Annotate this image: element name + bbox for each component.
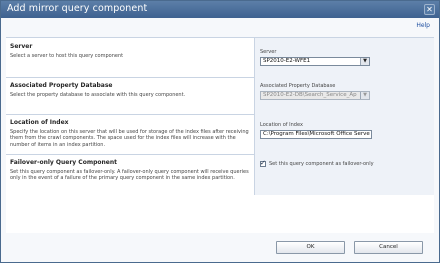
help-link[interactable]: Help	[416, 22, 430, 29]
database-description: Select the property database to associat…	[10, 92, 186, 98]
dialog: Add mirror query component ✕ Help Server…	[0, 0, 440, 263]
database-selected-value: SP2010-E2-DB\Search_Service_Ap	[263, 92, 357, 98]
location-description: Specify the location on this server that…	[10, 129, 249, 148]
failover-description: Set this query component as failover-onl…	[10, 169, 249, 182]
database-title: Associated Property Database	[10, 82, 113, 89]
location-field-label: Location of Index	[260, 122, 303, 128]
location-input[interactable]: C:\Program Files\Microsoft Office Serve	[260, 130, 372, 139]
server-info: Server Select a server to host this quer…	[6, 38, 254, 77]
server-field: Server SP2010-E2-WFE1 ▼	[254, 38, 434, 77]
failover-checkbox[interactable]	[260, 159, 266, 167]
server-field-label: Server	[260, 49, 277, 55]
server-selected-value: SP2010-E2-WFE1	[263, 58, 311, 64]
database-field-label: Associated Property Database	[260, 83, 336, 89]
button-bar: OK Cancel	[1, 230, 439, 262]
server-title: Server	[10, 43, 33, 50]
database-select: SP2010-E2-DB\Search_Service_Ap ▼	[260, 91, 370, 100]
title-bar: Add mirror query component ✕	[1, 1, 439, 18]
dialog-title: Add mirror query component	[7, 3, 148, 14]
failover-info: Failover-only Query Component Set this q…	[6, 154, 254, 195]
failover-option: Set this query component as failover-onl…	[260, 159, 430, 167]
location-title: Location of Index	[10, 119, 69, 126]
ok-button[interactable]: OK	[276, 241, 345, 254]
failover-checkbox-label: Set this query component as failover-onl…	[269, 161, 374, 167]
location-section: Location of Index Specify the location o…	[6, 114, 434, 155]
form-content: Server Select a server to host this quer…	[6, 37, 434, 233]
failover-section: Failover-only Query Component Set this q…	[6, 154, 434, 195]
server-select[interactable]: SP2010-E2-WFE1 ▼	[260, 57, 370, 66]
close-button[interactable]: ✕	[424, 4, 435, 15]
location-info: Location of Index Specify the location o…	[6, 114, 254, 154]
failover-title: Failover-only Query Component	[10, 159, 117, 166]
location-field: Location of Index C:\Program Files\Micro…	[254, 114, 434, 154]
database-section: Associated Property Database Select the …	[6, 77, 434, 115]
cancel-button[interactable]: Cancel	[354, 241, 423, 254]
chevron-down-icon: ▼	[360, 92, 369, 99]
close-icon: ✕	[426, 5, 433, 14]
failover-field: Set this query component as failover-onl…	[254, 154, 434, 195]
server-description: Select a server to host this query compo…	[10, 53, 124, 59]
database-field: Associated Property Database SP2010-E2-D…	[254, 77, 434, 114]
database-info: Associated Property Database Select the …	[6, 77, 254, 114]
server-section: Server Select a server to host this quer…	[6, 38, 434, 78]
chevron-down-icon: ▼	[360, 58, 369, 65]
